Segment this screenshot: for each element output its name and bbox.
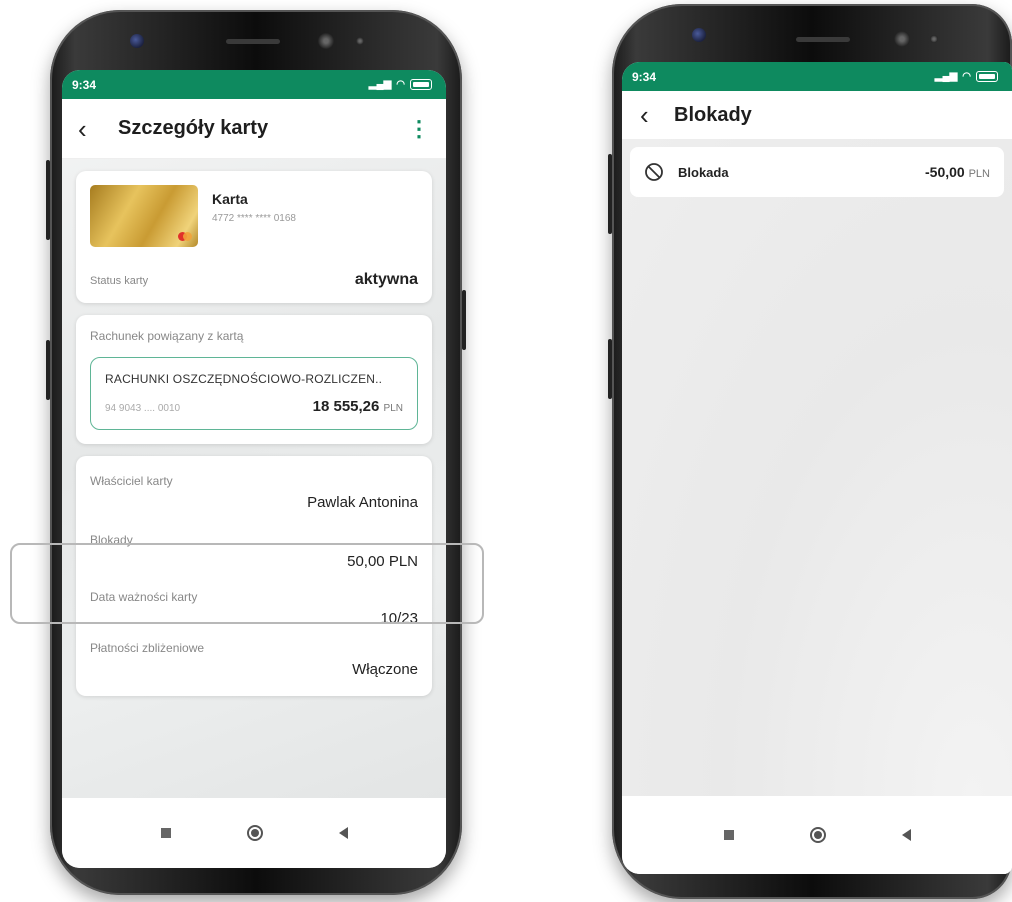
- screen-card-details: 9:34 ▂▄▆ ◠ ‹ Szczegóły karty ⋮ Karta 477…: [62, 70, 446, 868]
- status-icons: ▂▄▆ ◠: [935, 71, 998, 82]
- card-info-panel: Karta 4772 **** **** 0168 Status karty a…: [76, 171, 432, 303]
- detail-owner: Właściciel karty Pawlak Antonina: [90, 464, 418, 515]
- card-image: [90, 185, 198, 247]
- stage: 9:34 ▂▄▆ ◠ ‹ Szczegóły karty ⋮ Karta 477…: [0, 0, 1012, 902]
- status-icons: ▂▄▆ ◠: [369, 79, 432, 90]
- signal-icon: ▂▄▆: [368, 79, 392, 90]
- nav-home-icon[interactable]: [809, 827, 826, 843]
- status-bar: 9:34 ▂▄▆ ◠: [62, 70, 446, 99]
- account-number: 94 9043 .... 0010: [105, 403, 181, 414]
- proximity-sensor: [318, 33, 334, 49]
- earpiece: [796, 37, 850, 42]
- detail-label: Właściciel karty: [90, 474, 173, 488]
- block-amount: -50,00 PLN: [925, 164, 990, 180]
- phone-right: 9:34 ▂▄▆ ◠ ‹ Blokady Blokada -50,00 PLN: [608, 4, 1012, 899]
- detail-value: Pawlak Antonina: [307, 494, 418, 511]
- earpiece: [226, 39, 280, 44]
- battery-icon: [976, 71, 998, 82]
- nav-home-icon[interactable]: [246, 825, 263, 841]
- linked-account-label: Rachunek powiązany z kartą: [90, 329, 244, 343]
- bixby-button: [608, 339, 612, 399]
- detail-label: Płatności zbliżeniowe: [90, 641, 205, 655]
- volume-button: [46, 160, 50, 240]
- signal-icon: ▂▄▆: [934, 71, 958, 82]
- light-sensor: [356, 37, 364, 45]
- detail-contactless[interactable]: Płatności zbliżeniowe Włączone: [90, 631, 418, 682]
- power-button: [462, 290, 466, 350]
- mastercard-logo: [178, 232, 192, 241]
- phone-left: 9:34 ▂▄▆ ◠ ‹ Szczegóły karty ⋮ Karta 477…: [46, 10, 466, 895]
- kebab-menu-icon[interactable]: ⋮: [408, 117, 430, 140]
- block-amount-value: -50,00: [925, 164, 965, 180]
- bixby-button: [46, 340, 50, 400]
- card-status-label: Status karty: [90, 275, 149, 287]
- account-balance-amount: 18 555,26: [312, 398, 380, 415]
- front-camera: [130, 34, 144, 48]
- page-title: Szczegóły karty: [118, 117, 269, 139]
- content-area: Karta 4772 **** **** 0168 Status karty a…: [62, 159, 446, 798]
- nav-back-icon[interactable]: [338, 827, 348, 839]
- linked-account-tile[interactable]: RACHUNKI OSZCZĘDNOŚCIOWO-ROZLICZEN.. 94 …: [90, 357, 418, 430]
- account-balance: 18 555,26 PLN: [313, 398, 403, 415]
- nav-recent-icon[interactable]: [160, 828, 171, 838]
- wifi-icon: ◠: [962, 71, 971, 82]
- volume-button: [608, 154, 612, 234]
- wifi-icon: ◠: [396, 79, 405, 90]
- status-time: 9:34: [72, 77, 97, 92]
- nav-recent-icon[interactable]: [723, 830, 734, 840]
- android-nav-bar: [622, 796, 1012, 874]
- block-amount-currency: PLN: [968, 168, 990, 180]
- status-bar: 9:34 ▂▄▆ ◠: [622, 62, 1012, 91]
- card-name: Karta: [212, 191, 248, 207]
- detail-value: Włączone: [352, 661, 418, 678]
- back-chevron-icon[interactable]: ‹: [640, 102, 674, 128]
- block-icon: [644, 162, 664, 182]
- front-camera: [692, 28, 706, 42]
- top-bar: ‹ Blokady: [622, 91, 1012, 139]
- battery-icon: [410, 79, 432, 90]
- screen-blocks: 9:34 ▂▄▆ ◠ ‹ Blokady Blokada -50,00 PLN: [622, 62, 1012, 874]
- blokady-highlight-frame: [10, 543, 484, 624]
- android-nav-bar: [62, 798, 446, 868]
- block-name: Blokada: [678, 164, 729, 180]
- status-time: 9:34: [632, 69, 657, 84]
- nav-back-icon[interactable]: [901, 829, 911, 841]
- account-name: RACHUNKI OSZCZĘDNOŚCIOWO-ROZLICZEN..: [105, 372, 383, 386]
- page-title: Blokady: [674, 103, 752, 126]
- linked-account-panel: Rachunek powiązany z kartą RACHUNKI OSZC…: [76, 315, 432, 444]
- light-sensor: [930, 35, 938, 43]
- account-balance-currency: PLN: [383, 403, 403, 414]
- back-chevron-icon[interactable]: ‹: [78, 116, 118, 142]
- top-bar: ‹ Szczegóły karty ⋮: [62, 99, 446, 159]
- content-area: Blokada -50,00 PLN: [622, 139, 1012, 796]
- card-number: 4772 **** **** 0168: [212, 213, 296, 224]
- proximity-sensor: [894, 31, 910, 47]
- block-list-item[interactable]: Blokada -50,00 PLN: [630, 147, 1004, 197]
- card-status-value: aktywna: [354, 271, 418, 288]
